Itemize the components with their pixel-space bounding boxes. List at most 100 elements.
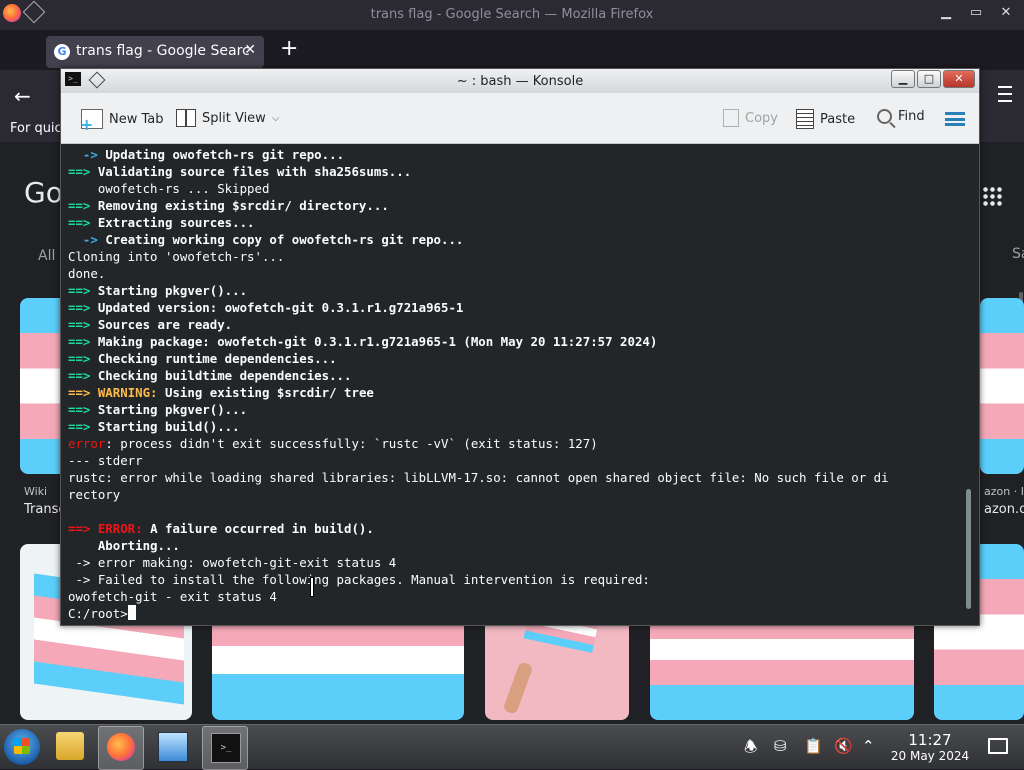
close-button[interactable]: ✕ [994,2,1018,24]
terminal-line: owofetch-git - exit status 4 [68,588,889,605]
terminal-line: ==> Checking runtime dependencies... [68,350,889,367]
terminal-output[interactable]: -> Updating owofetch-rs git repo... ==> V… [61,144,979,625]
terminal-text: ==> [68,198,98,213]
search-icon [877,109,892,124]
terminal-line: Cloning into 'owofetch-rs'... [68,248,889,265]
terminal-text: done. [68,266,106,281]
tab-google-search[interactable]: G trans flag - Google Searc ✕ [46,36,264,68]
firefox-menu-icon[interactable] [998,86,1012,102]
taskbar-file-manager[interactable] [48,726,92,768]
clock[interactable]: 11:27 20 May 2024 [890,731,970,763]
terminal-line: ==> WARNING: Using existing $srcdir/ tre… [68,384,889,401]
minimize-button[interactable]: ▁ [934,2,958,24]
clipboard-icon[interactable]: 📋 [804,737,823,755]
terminal-text: -> [68,147,106,162]
find-button[interactable]: Find [877,109,925,124]
terminal-text: Removing existing $srcdir/ directory... [97,198,389,213]
terminal-line: ==> Updated version: owofetch-git 0.3.1.… [68,299,889,316]
new-tab-label: New Tab [109,111,164,127]
split-view-button[interactable]: Split View ⌵ [176,109,279,127]
image-source: azon · I [984,485,1024,498]
terminal-line: ==> Validating source files with sha256s… [68,163,889,180]
new-tab-button[interactable]: New Tab [80,109,164,134]
start-menu-button[interactable] [4,729,40,765]
terminal-line: rustc: error while loading shared librar… [68,469,889,486]
text-cursor-icon [310,577,314,597]
tab-close-icon[interactable]: ✕ [244,42,256,58]
terminal-line: ==> ERROR: A failure occurred in build()… [68,520,889,537]
new-tab-icon [80,109,103,134]
paste-button[interactable]: Paste [796,109,855,129]
konsole-window: >_ ~ : bash — Konsole ▁ □ ✕ New Tab Spli… [60,68,980,626]
terminal-text: ==> [68,334,98,349]
terminal-line: -> error making: owofetch-git-exit statu… [68,554,889,571]
terminal-line: ==> Extracting sources... [68,214,889,231]
terminal-text: ==> [68,300,98,315]
terminal-line: owofetch-rs ... Skipped [68,180,889,197]
taskbar-firefox[interactable] [98,726,144,770]
back-arrow-icon[interactable]: ← [14,84,31,108]
bookmark-text[interactable]: For quic [10,121,62,136]
firefox-icon [107,733,135,761]
notifications-bell-icon[interactable]: 🕭 [744,737,757,762]
terminal-text: Updated version: owofetch-git 0.3.1.r1.g… [97,300,464,315]
maximize-button[interactable]: ▭ [964,2,988,24]
chevron-up-icon[interactable]: ⌃ [862,737,875,755]
clock-date: 20 May 2024 [890,749,970,763]
search-tab-all[interactable]: All [38,248,55,264]
device-notifier-icon[interactable]: ⛁ [774,737,787,755]
copy-button[interactable]: Copy [723,109,778,127]
image-source: Wiki [24,485,48,498]
terminal-text: ==> [68,317,98,332]
konsole-window-controls: ▁ □ ✕ [891,70,975,88]
chevron-down-icon[interactable]: ⌵ [272,113,280,124]
taskbar-system-settings[interactable] [150,726,194,768]
konsole-titlebar[interactable]: >_ ~ : bash — Konsole ▁ □ ✕ [61,69,979,93]
terminal-icon: >_ [211,733,241,763]
terminal-text: C:/root> [68,606,128,621]
new-tab-button[interactable]: + [280,36,298,61]
terminal-line: --- stderr [68,452,889,469]
close-button[interactable]: ✕ [943,70,975,88]
terminal-line: ==> Making package: owofetch-git 0.3.1.r… [68,333,889,350]
terminal-text: : process didn't exit successfully: `rus… [105,436,598,451]
terminal-text: Sources are ready. [97,317,233,332]
hamburger-menu-icon[interactable] [945,112,965,126]
terminal-text: Checking runtime dependencies... [97,351,337,366]
paste-label: Paste [820,111,856,127]
image-result[interactable] [980,298,1024,474]
terminal-text: Extracting sources... [97,215,255,230]
google-apps-icon[interactable] [982,186,1002,206]
terminal-line: C:/root> [68,605,889,622]
terminal-text: ==> [68,402,98,417]
terminal-line: -> Failed to install the following packa… [68,571,889,588]
terminal-line: ==> Checking buildtime dependencies... [68,367,889,384]
paste-icon [796,109,814,129]
terminal-text: -> Failed to install the following packa… [68,572,650,587]
terminal-text: Checking buildtime dependencies... [97,368,352,383]
terminal-text: Cloning into 'owofetch-rs'... [68,249,285,264]
terminal-text: -> error making: owofetch-git-exit statu… [68,555,397,570]
maximize-button[interactable]: □ [917,70,941,88]
terminal-text: Using existing $srcdir/ tree [164,385,374,400]
terminal-cursor [127,605,136,620]
split-view-icon [176,109,196,127]
show-desktop-icon[interactable] [988,738,1008,754]
terminal-line: ==> Removing existing $srcdir/ directory… [68,197,889,214]
terminal-text: Making package: owofetch-git 0.3.1.r1.g7… [97,334,658,349]
system-settings-icon [158,732,188,762]
terminal-text: -> [68,232,106,247]
taskbar-konsole[interactable]: >_ [202,726,248,770]
search-tab-right[interactable]: Sa [1012,246,1024,262]
terminal-scrollbar[interactable] [966,489,971,609]
terminal-line: ==> Starting pkgver()... [68,401,889,418]
volume-muted-icon[interactable]: 🔇 [834,737,853,755]
tab-label: trans flag - Google Searc [76,43,250,59]
terminal-line: done. [68,265,889,282]
firefox-titlebar: trans flag - Google Search — Mozilla Fir… [0,0,1024,30]
terminal-text: ==> [68,215,98,230]
google-logo[interactable]: Go [24,176,63,209]
minimize-button[interactable]: ▁ [891,70,915,88]
image-caption[interactable]: azon.com [984,502,1024,517]
